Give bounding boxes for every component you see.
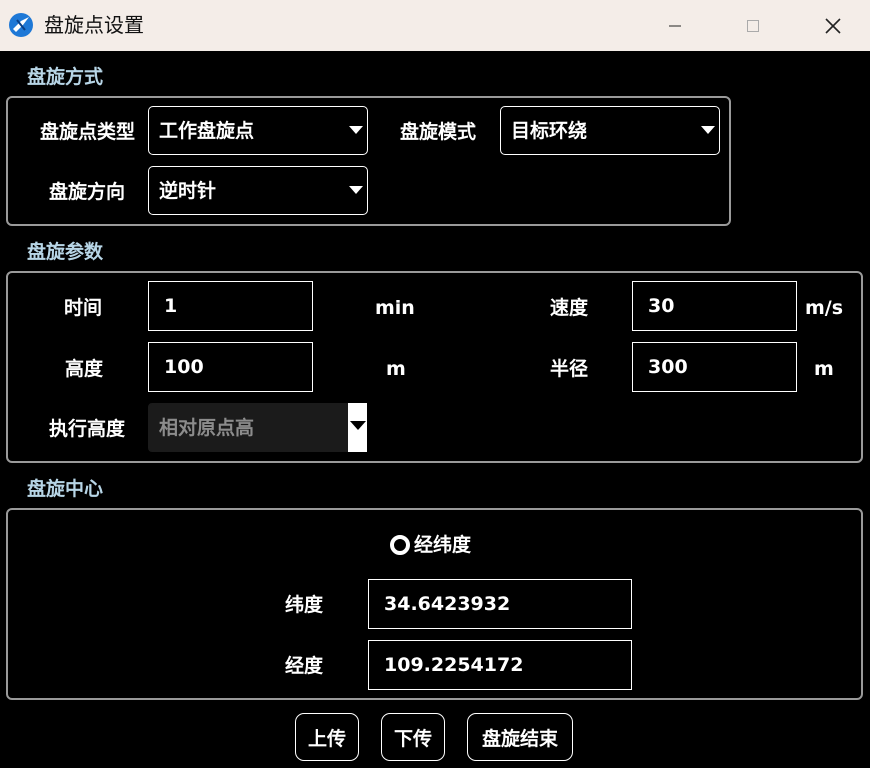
dropdown-arrow-icon bbox=[349, 186, 363, 194]
latitude-value: 34.6423932 bbox=[384, 593, 511, 615]
speed-input[interactable]: 30 bbox=[632, 281, 797, 331]
exec-altitude-label: 执行高度 bbox=[48, 418, 125, 440]
speed-label: 速度 bbox=[549, 297, 588, 319]
radius-input[interactable]: 300 bbox=[632, 342, 797, 392]
mode-section-title: 盘旋方式 bbox=[27, 66, 104, 88]
direction-label: 盘旋方向 bbox=[48, 181, 125, 203]
altitude-input[interactable]: 100 bbox=[148, 342, 313, 392]
maximize-icon bbox=[747, 19, 759, 32]
radius-label: 半径 bbox=[549, 358, 588, 380]
exec-altitude-value: 相对原点高 bbox=[159, 417, 255, 439]
mode-select[interactable]: 目标环绕 bbox=[500, 106, 720, 155]
mode-label: 盘旋模式 bbox=[399, 121, 476, 143]
center-section-title: 盘旋中心 bbox=[27, 478, 104, 500]
params-section-title: 盘旋参数 bbox=[27, 241, 104, 263]
dropdown-arrow-icon bbox=[701, 126, 715, 134]
altitude-value: 100 bbox=[164, 356, 204, 378]
end-orbit-button[interactable]: 盘旋结束 bbox=[467, 713, 573, 761]
dropdown-button[interactable] bbox=[348, 403, 367, 452]
speed-unit: m/s bbox=[805, 297, 844, 319]
time-value: 1 bbox=[164, 295, 178, 317]
latlon-radio-label: 经纬度 bbox=[414, 534, 472, 556]
window-title: 盘旋点设置 bbox=[44, 13, 144, 37]
maximize-button[interactable] bbox=[724, 0, 782, 51]
dropdown-arrow-icon bbox=[350, 421, 366, 430]
latitude-input[interactable]: 34.6423932 bbox=[368, 579, 632, 629]
altitude-label: 高度 bbox=[64, 358, 103, 380]
title-bar: 盘旋点设置 bbox=[0, 0, 870, 51]
point-type-label: 盘旋点类型 bbox=[39, 121, 135, 143]
upload-button[interactable]: 上传 bbox=[295, 713, 359, 761]
altitude-unit: m bbox=[386, 358, 406, 380]
mode-value: 目标环绕 bbox=[511, 120, 588, 142]
time-unit: min bbox=[375, 297, 415, 319]
point-type-select[interactable]: 工作盘旋点 bbox=[148, 106, 368, 155]
exec-altitude-select[interactable]: 相对原点高 bbox=[148, 403, 367, 452]
time-label: 时间 bbox=[63, 297, 102, 319]
app-logo-icon bbox=[8, 12, 34, 38]
longitude-value: 109.2254172 bbox=[384, 654, 524, 676]
longitude-input[interactable]: 109.2254172 bbox=[368, 640, 632, 690]
radius-value: 300 bbox=[648, 356, 688, 378]
latitude-label: 纬度 bbox=[284, 594, 323, 616]
minimize-icon bbox=[669, 25, 681, 26]
point-type-value: 工作盘旋点 bbox=[159, 120, 255, 142]
longitude-label: 经度 bbox=[284, 655, 323, 677]
latlon-radio[interactable]: 经纬度 bbox=[390, 532, 471, 558]
direction-value: 逆时针 bbox=[159, 180, 217, 202]
radius-unit: m bbox=[814, 358, 834, 380]
download-button[interactable]: 下传 bbox=[381, 713, 445, 761]
speed-value: 30 bbox=[648, 295, 675, 317]
direction-select[interactable]: 逆时针 bbox=[148, 166, 368, 215]
minimize-button[interactable] bbox=[646, 0, 704, 51]
close-icon bbox=[825, 17, 841, 34]
time-input[interactable]: 1 bbox=[148, 281, 313, 331]
dropdown-arrow-icon bbox=[349, 126, 363, 134]
radio-indicator-icon bbox=[390, 535, 410, 555]
close-button[interactable] bbox=[804, 0, 862, 51]
